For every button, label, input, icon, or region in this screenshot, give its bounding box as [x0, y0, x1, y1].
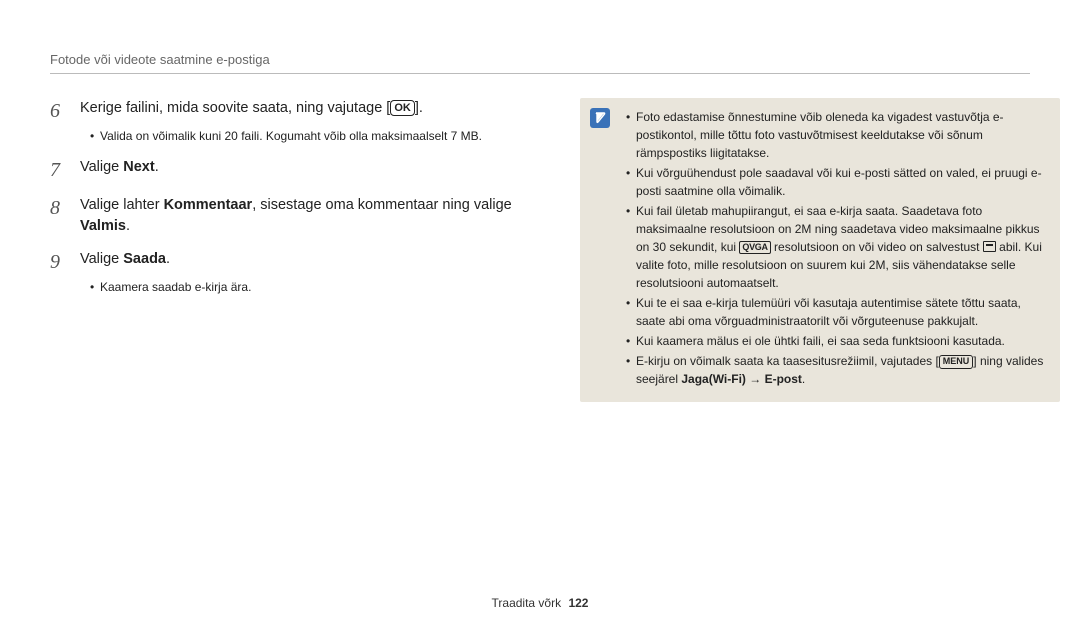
note-text-pre: E-kirju on võimalk saata ka taasesitusre… — [636, 354, 939, 368]
step-number: 7 — [50, 157, 66, 183]
step-9: 9 Valige Saada. Kaamera saadab e-kirja ä… — [50, 249, 550, 296]
note-item: Kui te ei saa e-kirja tulemüüri või kasu… — [626, 294, 1046, 330]
ok-icon: OK — [390, 100, 415, 116]
note-icon — [590, 108, 610, 128]
step-text-bold: Next — [123, 159, 154, 175]
step-text-pre: Kerige failini, mida soovite saata, ning… — [80, 100, 390, 116]
step-number: 8 — [50, 195, 66, 221]
step-text-post: ]. — [415, 100, 423, 116]
step-sub-item: Valida on võimalik kuni 20 faili. Koguma… — [90, 128, 550, 145]
note-text-bold: Jaga(Wi-Fi) → E-post — [681, 372, 802, 386]
note-item: Kui kaamera mälus ei ole ühtki faili, ei… — [626, 332, 1046, 350]
step-text-pre: Valige — [80, 159, 123, 175]
notes-column: Foto edastamise õnnestumine võib oleneda… — [580, 98, 1060, 402]
step-text: Valige lahter Kommentaar, sisestage oma … — [80, 195, 550, 237]
note-item: Kui fail ületab mahupiirangut, ei saa e-… — [626, 202, 1046, 292]
step-text-pre: Valige — [80, 251, 123, 267]
step-text-bold2: Valmis — [80, 218, 126, 234]
qvga-icon: QVGA — [739, 241, 770, 254]
step-sub-list: Kaamera saadab e-kirja ära. — [50, 279, 550, 296]
step-number: 9 — [50, 249, 66, 275]
footer-section: Traadita võrk — [492, 596, 562, 610]
step-sub-item: Kaamera saadab e-kirja ära. — [90, 279, 550, 296]
note-text-post: . — [802, 372, 805, 386]
note-item: Foto edastamise õnnestumine võib oleneda… — [626, 108, 1046, 162]
note-list: Foto edastamise õnnestumine võib oleneda… — [626, 108, 1046, 388]
step-text-post: . — [155, 159, 159, 175]
step-text-pre: Valige lahter — [80, 197, 164, 213]
note-box: Foto edastamise õnnestumine võib oleneda… — [580, 98, 1060, 402]
breadcrumb: Fotode või videote saatmine e-postiga — [50, 52, 1030, 74]
footer: Traadita võrk 122 — [0, 596, 1080, 610]
step-text-post: . — [126, 218, 130, 234]
step-text: Valige Saada. — [80, 249, 170, 270]
step-6: 6 Kerige failini, mida soovite saata, ni… — [50, 98, 550, 145]
step-text: Valige Next. — [80, 157, 159, 178]
step-text: Kerige failini, mida soovite saata, ning… — [80, 98, 423, 119]
step-text-bold: Kommentaar — [164, 197, 253, 213]
note-item: Kui võrguühendust pole saadaval või kui … — [626, 164, 1046, 200]
page-number: 122 — [568, 596, 588, 610]
step-number: 6 — [50, 98, 66, 124]
step-text-post: . — [166, 251, 170, 267]
step-text-bold: Saada — [123, 251, 166, 267]
step-sub-list: Valida on võimalik kuni 20 faili. Koguma… — [50, 128, 550, 145]
menu-icon: MENU — [939, 355, 974, 369]
memory-card-icon — [983, 241, 996, 252]
step-7: 7 Valige Next. — [50, 157, 550, 183]
steps-column: 6 Kerige failini, mida soovite saata, ni… — [50, 98, 550, 402]
note-item: E-kirju on võimalk saata ka taasesitusre… — [626, 352, 1046, 388]
step-text-mid: , sisestage oma kommentaar ning valige — [252, 197, 512, 213]
note-text-mid: resolutsioon on või video on salvestust — [771, 240, 983, 254]
step-8: 8 Valige lahter Kommentaar, sisestage om… — [50, 195, 550, 237]
